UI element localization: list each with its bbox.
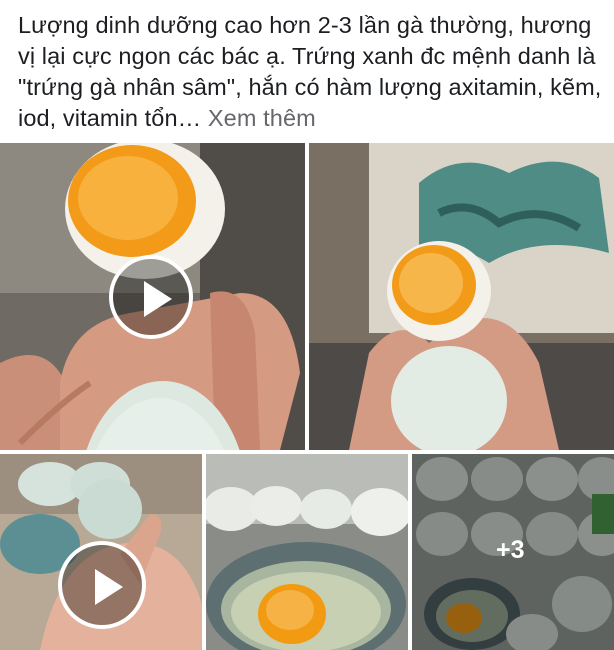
media-tile-more[interactable]: +3 (412, 454, 614, 650)
play-video-button[interactable] (109, 255, 193, 339)
play-video-button[interactable] (58, 541, 146, 629)
more-photos-count: +3 (496, 536, 525, 564)
media-tile-photo-2[interactable] (309, 143, 614, 450)
media-grid: +3 (0, 143, 614, 650)
media-tile-video-1[interactable] (0, 143, 305, 450)
media-tile-video-3[interactable] (0, 454, 202, 650)
play-icon (95, 569, 123, 605)
post-caption: Lượng dinh dưỡng cao hơn 2-3 lần gà thườ… (18, 10, 603, 134)
media-tile-photo-4[interactable] (206, 454, 408, 650)
more-photos-overlay[interactable]: +3 (412, 454, 614, 650)
see-more-link[interactable]: Xem thêm (208, 105, 316, 131)
egg-jar-photo (309, 143, 614, 450)
raw-egg-bowl-photo (206, 454, 408, 650)
play-icon (144, 281, 172, 317)
